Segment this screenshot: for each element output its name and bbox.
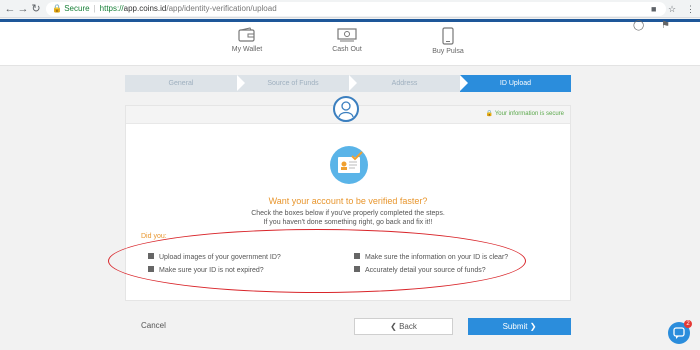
nav-label: My Wallet: [231, 46, 263, 53]
progress-steps: General Source of Funds Address ID Uploa…: [125, 75, 571, 92]
phone-icon: [442, 27, 454, 45]
reload-icon[interactable]: ↻: [29, 2, 43, 16]
menu-icon[interactable]: ⋮: [686, 2, 695, 16]
star-icon[interactable]: ☆: [668, 2, 676, 16]
lock-icon: 🔒: [52, 4, 62, 13]
secure-note-text: Your information is secure: [494, 111, 564, 117]
nav-cash-out[interactable]: Cash Out: [312, 27, 382, 53]
back-label: Back: [399, 322, 417, 331]
headline: Want your account to be verified faster?: [268, 196, 428, 206]
browser-toolbar: ← → ↻ 🔒 Secure | https://app.coins.id/app/…: [0, 0, 700, 18]
nav-label: Cash Out: [332, 46, 362, 53]
user-avatar-icon: [338, 101, 354, 118]
description: Check the boxes below if you've properly…: [126, 209, 570, 227]
description-line: If you haven't done something right, go …: [263, 219, 433, 226]
step-general[interactable]: General: [125, 75, 237, 92]
id-card-icon: [330, 146, 368, 184]
cash-icon: [337, 28, 357, 42]
step-divider: [237, 75, 245, 91]
app-header: ◯ ⚑ My Wallet Cash Out Buy Pulsa: [0, 19, 700, 66]
wallet-icon: [238, 27, 255, 42]
url-protocol: https://: [99, 4, 124, 13]
nav-buy-pulsa[interactable]: Buy Pulsa: [413, 27, 483, 55]
submit-label: Submit: [502, 322, 528, 331]
chevron-right-icon: ❯: [529, 322, 537, 331]
chat-notification-badge: 2: [684, 320, 692, 328]
back-arrow-icon[interactable]: ←: [3, 2, 17, 16]
nav-my-wallet[interactable]: My Wallet: [212, 27, 282, 53]
step-id-upload[interactable]: ID Upload: [460, 75, 571, 92]
cancel-link[interactable]: Cancel: [141, 321, 166, 330]
step-divider: [349, 75, 357, 91]
step-divider: [460, 75, 468, 91]
step-address[interactable]: Address: [349, 75, 460, 92]
user-icon[interactable]: ◯: [633, 20, 644, 31]
step-source-of-funds[interactable]: Source of Funds: [237, 75, 349, 92]
header-icons: ◯ ⚑: [633, 20, 670, 31]
avatar: [333, 96, 359, 122]
nav-label: Buy Pulsa: [432, 48, 464, 55]
camera-icon[interactable]: ■: [651, 2, 656, 16]
address-bar[interactable]: 🔒 Secure | https://app.coins.id/app/identi…: [46, 2, 666, 16]
url-path: /app/identity-verification/upload: [166, 4, 277, 13]
submit-button[interactable]: Submit ❯: [468, 318, 571, 335]
secure-label: Secure: [64, 4, 90, 13]
url-host: app.coins.id: [123, 4, 167, 13]
annotation-ellipse: [108, 229, 526, 293]
description-line: Check the boxes below if you've properly…: [251, 210, 445, 217]
notification-icon[interactable]: ⚑: [661, 20, 670, 31]
chevron-left-icon: ❮: [390, 322, 397, 331]
secure-note: 🔒 Your information is secure: [485, 111, 564, 117]
forward-arrow-icon[interactable]: →: [16, 2, 30, 16]
back-button[interactable]: ❮ Back: [354, 318, 453, 335]
